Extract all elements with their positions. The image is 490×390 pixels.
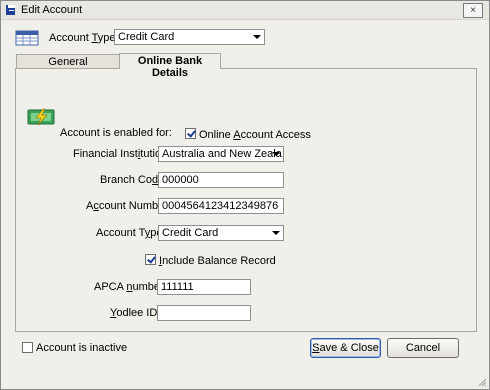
yodlee-id-input[interactable] [157,305,251,321]
cancel-button[interactable]: Cancel [387,338,459,358]
save-close-button[interactable]: Save & Close [310,338,381,358]
tab-general[interactable]: General [16,54,120,69]
online-access-label-part: Online [199,129,234,141]
account-type-label-part: ype [97,32,116,44]
save-label-mnemonic: S [312,342,320,354]
include-balance-checkbox[interactable] [145,254,156,265]
account-type-label: Account Type [49,32,115,44]
tab-general-label: General [48,56,88,68]
balance-label-part: nclude Balance Record [162,255,276,267]
cancel-label: Cancel [405,342,441,354]
yodlee-label-part: odlee ID: [116,307,161,319]
account-type-select[interactable]: Credit Card [114,29,265,45]
edit-account-window: Edit Account × Account Type Credit Card … [0,0,490,390]
yodlee-id-label: Yodlee ID: [110,307,160,319]
financial-institution-select[interactable]: Australia and New Zeala... [158,146,284,162]
account-type-label-part: Account [49,32,92,44]
account-inactive-label[interactable]: Account is inactive [36,342,127,354]
chevron-down-icon [253,35,261,39]
close-icon: × [470,4,476,16]
chevron-down-icon [272,152,280,156]
online-account-type-select[interactable]: Credit Card [158,225,284,241]
online-access-label-part: ccount Access [240,129,311,141]
branch-code-input[interactable]: 000000 [158,172,284,188]
resize-grip-icon[interactable] [477,377,487,387]
account-type-value: Credit Card [118,31,175,43]
tab-online-bank-details[interactable]: Online Bank Details [119,53,221,79]
bank-money-icon [27,108,55,126]
title-bar[interactable]: Edit Account × [1,1,489,20]
window-app-icon [6,5,15,15]
close-button[interactable]: × [463,3,483,18]
apca-number-value: 111111 [161,281,194,293]
online-access-label-mnemonic: A [233,129,241,141]
branch-code-value: 000000 [162,174,199,186]
account-number-input[interactable]: 0004564123412349876 [158,198,284,214]
window-title: Edit Account [21,4,83,16]
financial-institution-value: Australia and New Zeala... [162,148,284,160]
online-account-type-label: Account Type: [96,227,166,239]
include-balance-label[interactable]: Include Balance Record [159,255,276,267]
online-access-label[interactable]: Online Account Access [199,129,311,141]
save-label-part: ave & Close [319,342,379,354]
apca-number-input[interactable]: 111111 [157,279,251,295]
chevron-down-icon [272,231,280,235]
online-access-checkbox[interactable] [185,128,196,139]
account-ledger-icon [15,30,39,46]
apca-label-part: APCA [94,281,127,293]
account-inactive-checkbox[interactable] [22,342,33,353]
enabled-for-label: Account is enabled for: [60,127,172,139]
account-number-value: 0004564123412349876 [162,200,279,212]
branch-label-part: Branch Co [100,174,152,186]
online-account-type-value: Credit Card [162,227,219,239]
financial-institution-label: Financial Institution: [73,148,170,160]
accttype-label-part: Account T [96,227,145,239]
fin-inst-label-part: Financial Inst [73,148,138,160]
apca-number-label: APCA number: [94,281,167,293]
